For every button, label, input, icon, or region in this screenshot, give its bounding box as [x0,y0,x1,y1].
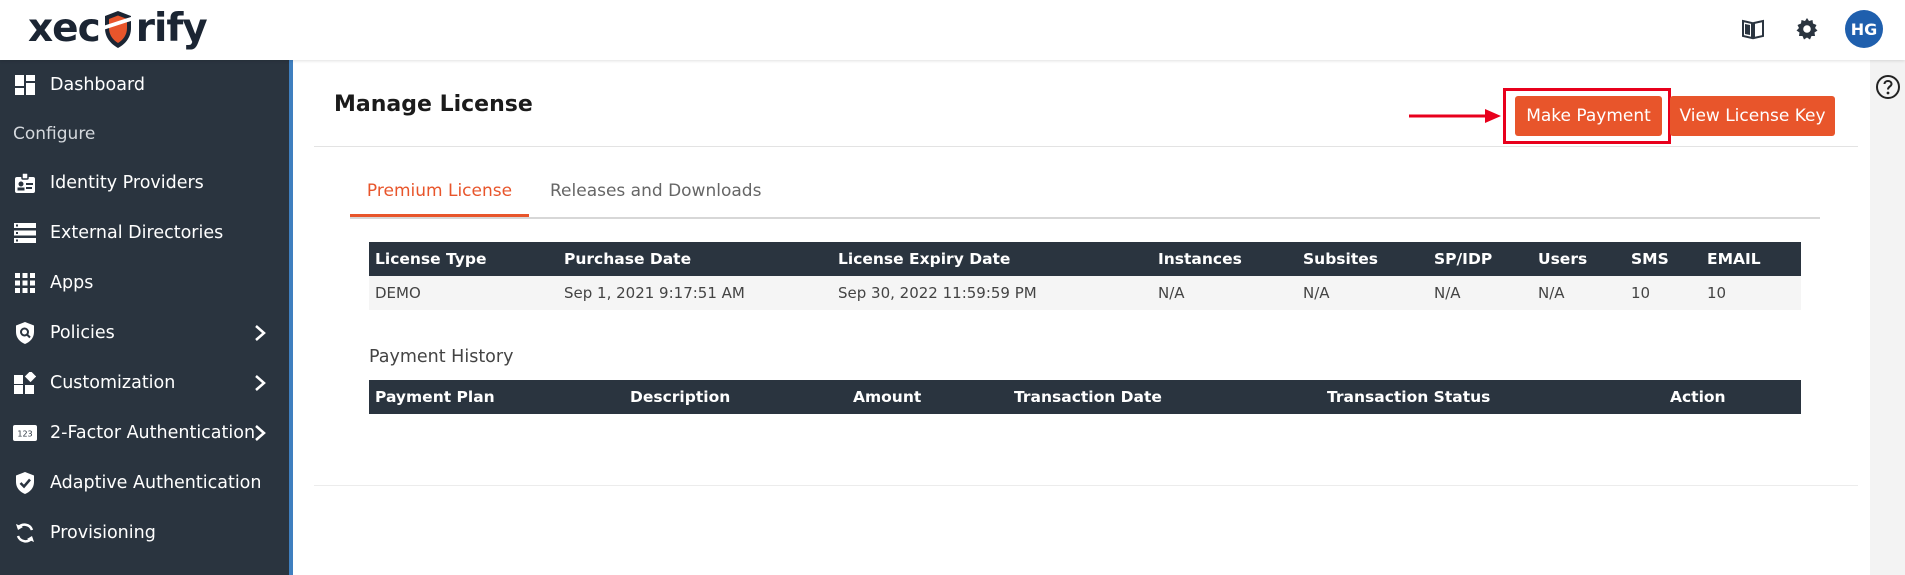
column-header: Purchase Date [558,242,832,276]
sidebar-item-external-directories[interactable]: External Directories [0,208,289,258]
logo-text-right: rify [135,6,208,51]
annotation-arrow [1409,109,1501,123]
chevron-right-icon [255,325,266,341]
id-badge-icon [13,171,37,195]
sidebar-item-label: Identity Providers [50,173,204,193]
column-header: License Type [369,242,558,276]
tab-releases-downloads[interactable]: Releases and Downloads [550,176,761,217]
adaptive-shield-icon [13,471,37,495]
chevron-right-icon [255,425,266,441]
sidebar-item-label: Customization [50,373,176,393]
gear-icon[interactable] [1793,15,1821,43]
sidebar-item-provisioning[interactable]: Provisioning [0,508,289,558]
sidebar-item-label: 2-Factor Authentication [50,423,256,443]
column-header: Action [1664,380,1801,414]
view-license-key-button[interactable]: View License Key [1670,96,1835,136]
column-header: Amount [847,380,1008,414]
sidebar-item-dashboard[interactable]: Dashboard [0,60,289,110]
payment-history-table: Payment Plan Description Amount Transact… [369,380,1801,414]
sidebar-item-label: External Directories [50,223,224,243]
table-cell: DEMO [369,276,558,310]
sidebar-item-label: Dashboard [50,75,145,95]
table-cell: 10 [1625,276,1701,310]
license-tabs: Premium License Releases and Downloads [350,176,1820,219]
chevron-right-icon [255,375,266,391]
table-cell: N/A [1532,276,1625,310]
apps-grid-icon [13,271,37,295]
license-table: License Type Purchase Date License Expir… [369,242,1801,310]
dashboard-icon [13,73,37,97]
table-cell: N/A [1152,276,1297,310]
column-header: Description [624,380,847,414]
logo-text-left: xec [28,6,101,51]
table-cell: N/A [1297,276,1428,310]
table-header-row: Payment Plan Description Amount Transact… [369,380,1801,414]
column-header: SMS [1625,242,1701,276]
column-header: SP/IDP [1428,242,1532,276]
content-bottom-divider [314,485,1858,486]
user-avatar[interactable]: HG [1845,10,1883,48]
column-header: License Expiry Date [832,242,1152,276]
sidebar-item-policies[interactable]: Policies [0,308,289,358]
column-header: Transaction Status [1321,380,1664,414]
column-header: Transaction Date [1008,380,1321,414]
help-icon[interactable] [1875,74,1901,100]
page-title: Manage License [334,92,533,117]
sidebar-item-adaptive-auth[interactable]: Adaptive Authentication [0,458,289,508]
book-icon[interactable] [1739,15,1767,43]
logo-shield-icon [102,11,134,48]
column-header: Users [1532,242,1625,276]
payment-history-title: Payment History [369,347,514,367]
column-header: Instances [1152,242,1297,276]
column-header: Payment Plan [369,380,624,414]
table-cell: Sep 30, 2022 11:59:59 PM [832,276,1152,310]
two-factor-icon: 123 [13,421,37,445]
table-row: DEMO Sep 1, 2021 9:17:51 AM Sep 30, 2022… [369,276,1801,310]
sidebar-item-identity-providers[interactable]: Identity Providers [0,158,289,208]
policy-shield-icon [13,321,37,345]
header-divider [314,146,1858,147]
sidebar-item-label: Policies [50,323,115,343]
right-help-strip [1870,60,1905,575]
sidebar-item-label: Apps [50,273,94,293]
table-cell: Sep 1, 2021 9:17:51 AM [558,276,832,310]
sidebar-item-customization[interactable]: Customization [0,358,289,408]
table-header-row: License Type Purchase Date License Expir… [369,242,1801,276]
top-actions: HG [1713,10,1883,48]
table-cell: N/A [1428,276,1532,310]
svg-text:123: 123 [17,430,32,439]
sidebar-item-2fa[interactable]: 123 2-Factor Authentication [0,408,289,458]
make-payment-button[interactable]: Make Payment [1515,96,1662,136]
directory-icon [13,221,37,245]
column-header: Subsites [1297,242,1428,276]
customization-icon [13,371,37,395]
sidebar-section-configure: Configure [13,124,96,144]
sidebar-item-label: Provisioning [50,523,156,543]
app-logo[interactable]: xec rify [28,4,208,54]
sync-icon [13,521,37,545]
tab-premium-license[interactable]: Premium License [350,176,529,217]
sidebar-item-apps[interactable]: Apps [0,258,289,308]
top-bar: xec rify HG [0,0,1905,60]
column-header: EMAIL [1701,242,1801,276]
sidebar: Dashboard Configure Identity Providers E… [0,60,293,575]
table-cell: 10 [1701,276,1801,310]
sidebar-item-label: Adaptive Authentication [50,473,262,493]
